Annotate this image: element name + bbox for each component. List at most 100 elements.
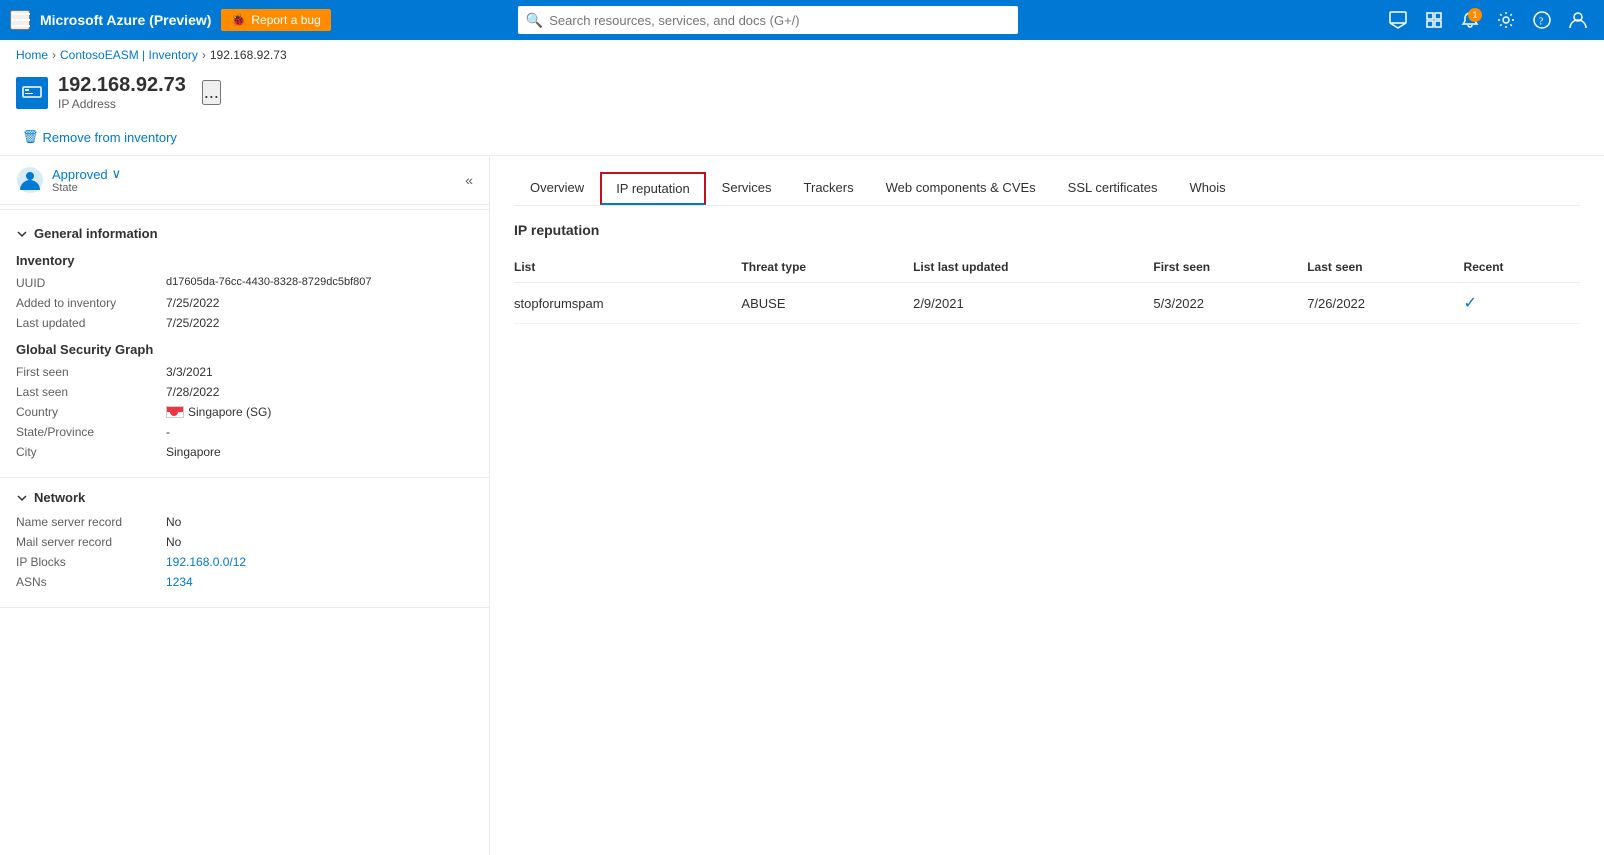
country-label: Country [16, 405, 156, 419]
added-label: Added to inventory [16, 296, 156, 310]
breadcrumb-sep-1: › [52, 48, 56, 62]
asns-row: ASNs 1234 [16, 575, 473, 589]
page-subtitle: IP Address [58, 97, 186, 111]
added-value: 7/25/2022 [166, 296, 473, 310]
help-button[interactable]: ? [1526, 4, 1558, 36]
city-row: City Singapore [16, 445, 473, 459]
asns-label: ASNs [16, 575, 156, 589]
remove-inventory-button[interactable]: 🗑 Remove from inventory [16, 125, 183, 149]
profile-button[interactable] [1562, 4, 1594, 36]
breadcrumb-home[interactable]: Home [16, 48, 48, 62]
first-seen-label: First seen [16, 365, 156, 379]
recent-check-icon: ✓ [1464, 295, 1477, 312]
city-value: Singapore [166, 445, 473, 459]
general-info-section: General information Inventory UUID d1760… [0, 214, 489, 478]
gsg-subtitle: Global Security Graph [16, 342, 473, 357]
name-server-row: Name server record No [16, 515, 473, 529]
ip-blocks-label: IP Blocks [16, 555, 156, 569]
state-icon [16, 166, 44, 194]
tab-web-components[interactable]: Web components & CVEs [870, 172, 1052, 205]
network-section: Network Name server record No Mail serve… [0, 478, 489, 608]
breadcrumb-parent[interactable]: ContosoEASM | Inventory [60, 48, 198, 62]
tab-trackers[interactable]: Trackers [788, 172, 870, 205]
page-header: 192.168.92.73 IP Address ... [0, 70, 1604, 119]
search-icon: 🔍 [526, 12, 543, 29]
ip-reputation-content: IP reputation List Threat type List last… [514, 222, 1580, 324]
search-input[interactable] [549, 13, 1010, 28]
first-seen-row: First seen 3/3/2021 [16, 365, 473, 379]
last-seen-row: Last seen 7/28/2022 [16, 385, 473, 399]
top-navigation: Microsoft Azure (Preview) 🐞 Report a bug… [0, 0, 1604, 40]
settings-button[interactable] [1490, 4, 1522, 36]
updated-label: Last updated [16, 316, 156, 330]
tab-overview[interactable]: Overview [514, 172, 600, 205]
cell-first-seen: 5/3/2022 [1153, 283, 1307, 324]
state-sublabel: State [52, 182, 121, 194]
name-server-label: Name server record [16, 515, 156, 529]
tab-whois[interactable]: Whois [1174, 172, 1242, 205]
cell-recent: ✓ [1464, 283, 1580, 324]
col-last-seen: Last seen [1307, 252, 1463, 283]
uuid-row: UUID d17605da-76cc-4430-8328-8729dc5bf80… [16, 276, 473, 290]
left-panel: Approved ∨ State « General information I… [0, 156, 490, 855]
state-province-row: State/Province - [16, 425, 473, 439]
breadcrumb-current: 192.168.92.73 [210, 48, 287, 62]
feedback-button[interactable] [1382, 4, 1414, 36]
breadcrumb: Home › ContosoEASM | Inventory › 192.168… [0, 40, 1604, 70]
more-options-button[interactable]: ... [202, 80, 221, 105]
notification-button[interactable]: 1 [1454, 4, 1486, 36]
search-box[interactable]: 🔍 [518, 6, 1018, 34]
last-seen-label: Last seen [16, 385, 156, 399]
country-value: Singapore (SG) [166, 405, 473, 419]
asns-value[interactable]: 1234 [166, 575, 473, 589]
cell-threat-type: ABUSE [741, 283, 913, 324]
right-panel: OverviewIP reputationServicesTrackersWeb… [490, 156, 1604, 855]
page-title-group: 192.168.92.73 IP Address [58, 74, 186, 111]
table-row: stopforumspam ABUSE 2/9/2021 5/3/2022 7/… [514, 283, 1580, 324]
report-bug-button[interactable]: 🐞 Report a bug [221, 9, 330, 31]
state-section: Approved ∨ State « [0, 156, 489, 205]
uuid-label: UUID [16, 276, 156, 290]
uuid-value: d17605da-76cc-4430-8328-8729dc5bf807 [166, 276, 473, 290]
general-info-toggle[interactable]: General information [16, 226, 473, 241]
cell-list-updated: 2/9/2021 [913, 283, 1153, 324]
mail-server-value: No [166, 535, 473, 549]
cell-last-seen: 7/26/2022 [1307, 283, 1463, 324]
mail-server-row: Mail server record No [16, 535, 473, 549]
updated-row: Last updated 7/25/2022 [16, 316, 473, 330]
ip-reputation-heading: IP reputation [514, 222, 1580, 238]
last-seen-value: 7/28/2022 [166, 385, 473, 399]
hamburger-menu[interactable] [10, 10, 30, 30]
state-value[interactable]: Approved ∨ [52, 166, 121, 182]
added-row: Added to inventory 7/25/2022 [16, 296, 473, 310]
ip-blocks-row: IP Blocks 192.168.0.0/12 [16, 555, 473, 569]
app-title: Microsoft Azure (Preview) [40, 12, 211, 28]
page-title: 192.168.92.73 [58, 74, 186, 97]
col-recent: Recent [1464, 252, 1580, 283]
ip-blocks-value[interactable]: 192.168.0.0/12 [166, 555, 473, 569]
table-header-row: List Threat type List last updated First… [514, 252, 1580, 283]
breadcrumb-sep-2: › [202, 48, 206, 62]
trash-icon: 🗑 [22, 129, 39, 145]
bug-icon: 🐞 [231, 13, 246, 27]
directory-button[interactable] [1418, 4, 1450, 36]
inventory-subtitle: Inventory [16, 253, 473, 268]
chevron-down-icon: ∨ [112, 166, 122, 182]
topnav-icon-group: 1 ? [1382, 4, 1594, 36]
resource-icon [16, 77, 48, 109]
first-seen-value: 3/3/2021 [166, 365, 473, 379]
state-province-label: State/Province [16, 425, 156, 439]
cell-list: stopforumspam [514, 283, 741, 324]
main-layout: Approved ∨ State « General information I… [0, 156, 1604, 855]
col-threat-type: Threat type [741, 252, 913, 283]
col-first-seen: First seen [1153, 252, 1307, 283]
tab-ssl-certs[interactable]: SSL certificates [1052, 172, 1174, 205]
mail-server-label: Mail server record [16, 535, 156, 549]
singapore-flag [166, 406, 184, 418]
collapse-panel-button[interactable]: « [465, 172, 473, 188]
tab-ip-reputation[interactable]: IP reputation [600, 172, 705, 205]
state-province-value: - [166, 425, 473, 439]
network-toggle[interactable]: Network [16, 490, 473, 505]
tab-services[interactable]: Services [706, 172, 788, 205]
country-row: Country Singapore (SG) [16, 405, 473, 419]
